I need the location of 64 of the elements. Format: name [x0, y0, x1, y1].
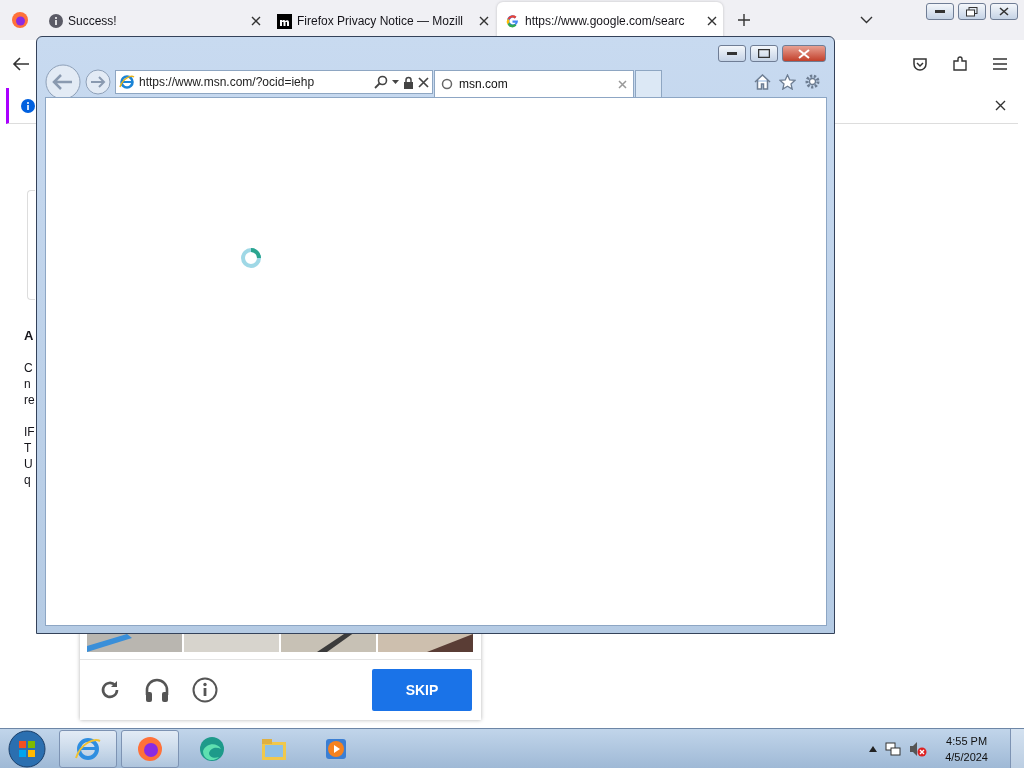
loading-spinner-icon — [240, 247, 262, 269]
maximize-button[interactable] — [750, 45, 778, 62]
minimize-icon — [935, 9, 945, 14]
info-icon[interactable] — [192, 677, 218, 703]
close-icon[interactable] — [479, 16, 489, 26]
google-icon — [505, 13, 520, 29]
loading-icon — [441, 78, 453, 90]
close-button[interactable] — [990, 3, 1018, 20]
browser-tab[interactable]: msn.com — [434, 70, 634, 97]
heading: A — [24, 328, 35, 344]
info-icon — [49, 14, 63, 28]
new-tab-icon[interactable] — [738, 14, 750, 26]
settings-icon[interactable] — [804, 73, 821, 90]
lock-icon — [403, 75, 414, 89]
taskbar-button[interactable] — [59, 729, 117, 768]
close-button[interactable] — [782, 45, 826, 62]
stop-icon[interactable] — [418, 76, 429, 88]
puzzle-icon[interactable] — [952, 56, 968, 72]
minimize-button[interactable] — [718, 45, 746, 62]
info-icon — [21, 98, 35, 113]
clock-date[interactable]: 4/5/2024 — [945, 748, 988, 765]
star-icon[interactable] — [779, 73, 796, 90]
clock-time[interactable]: 4:55 PM — [945, 732, 988, 749]
network-icon[interactable] — [885, 740, 902, 757]
minimize-button[interactable] — [926, 3, 954, 20]
address-field[interactable]: https://www.msn.com/?ocid=iehp — [115, 70, 433, 94]
browser-tab[interactable]: Firefox Privacy Notice — Mozill — [269, 2, 495, 40]
paragraph-line: n — [24, 376, 32, 392]
mozilla-icon — [277, 13, 292, 29]
skip-button[interactable]: SKIP — [372, 669, 472, 711]
home-icon[interactable] — [754, 73, 771, 90]
close-icon[interactable] — [707, 16, 717, 26]
firefox-icon — [136, 734, 164, 763]
headphones-icon[interactable] — [144, 677, 170, 703]
restore-icon — [966, 6, 978, 17]
close-icon[interactable] — [251, 16, 261, 26]
paragraph-line: IF — [24, 424, 36, 440]
close-icon — [999, 7, 1009, 16]
start-button[interactable] — [7, 728, 47, 768]
taskbar-button[interactable] — [121, 729, 179, 768]
back-button[interactable] — [45, 64, 81, 100]
chevron-down-icon[interactable] — [860, 16, 873, 24]
browser-tab[interactable]: Success! — [41, 2, 267, 40]
minimize-icon — [727, 51, 737, 56]
back-arrow-icon[interactable] — [12, 56, 30, 72]
close-icon[interactable] — [995, 100, 1006, 111]
restore-button[interactable] — [958, 3, 986, 20]
search-icon[interactable] — [374, 75, 388, 89]
paragraph-line: T — [24, 440, 33, 456]
paragraph-line: U — [24, 456, 34, 472]
wave-icon — [198, 734, 226, 763]
pocket-icon[interactable] — [912, 56, 928, 72]
menu-icon[interactable] — [992, 57, 1008, 71]
tray-arrow-icon[interactable] — [869, 745, 878, 752]
paragraph-line: re — [24, 392, 36, 408]
speaker-muted-icon[interactable] — [909, 740, 928, 757]
paragraph-line: q — [24, 472, 32, 488]
firefox-icon[interactable] — [11, 11, 29, 29]
paragraph-line: C — [24, 360, 34, 376]
show-desktop-button[interactable] — [1010, 728, 1024, 768]
ie-icon — [119, 74, 135, 90]
close-icon — [798, 48, 810, 59]
maximize-icon — [758, 49, 770, 58]
dropdown-arrow-icon[interactable] — [392, 79, 399, 85]
